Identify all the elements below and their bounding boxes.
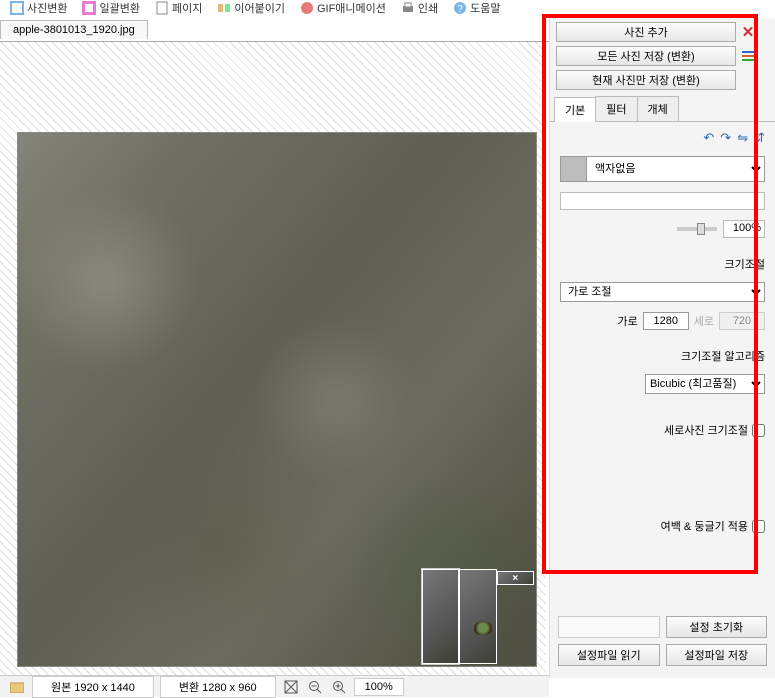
canvas-area: × bbox=[0, 42, 549, 678]
print-icon bbox=[401, 1, 415, 15]
concat-icon bbox=[217, 1, 231, 15]
frame-swatch bbox=[561, 157, 587, 181]
list-view-icon[interactable] bbox=[739, 47, 757, 65]
menu-label: 사진변환 bbox=[27, 0, 67, 16]
width-input[interactable] bbox=[643, 312, 689, 330]
resize-mode-dropdown[interactable]: 가로 조절 bbox=[560, 282, 765, 302]
frame-preview-bar bbox=[560, 192, 765, 210]
menu-gif[interactable]: GIF애니메이션 bbox=[300, 0, 386, 16]
thumbnail-close-icon[interactable]: × bbox=[497, 571, 534, 585]
panel-bottom-buttons: 설정 초기화 설정파일 읽기 설정파일 저장 bbox=[558, 616, 767, 666]
resize-section-label: 크기조절 bbox=[560, 256, 765, 272]
opacity-value[interactable]: 100% bbox=[723, 220, 765, 238]
menu-label: GIF애니메이션 bbox=[317, 0, 386, 16]
menu-label: 이어붙이기 bbox=[234, 0, 285, 16]
menu-label: 일괄변환 bbox=[99, 0, 139, 16]
read-settings-button[interactable]: 설정파일 읽기 bbox=[558, 644, 660, 666]
empty-slot bbox=[558, 616, 660, 638]
save-settings-button[interactable]: 설정파일 저장 bbox=[666, 644, 768, 666]
width-label: 가로 bbox=[618, 313, 638, 329]
panel-body-basic: ↶ ↷ ⇋ ⇵ 액자없음 100% 크기조절 가로 조절 가로 세로 크기조절 … bbox=[550, 122, 775, 542]
menu-label: 인쇄 bbox=[418, 0, 438, 16]
status-converted-size: 변환 1280 x 960 bbox=[160, 676, 276, 698]
reset-settings-button[interactable]: 설정 초기화 bbox=[666, 616, 768, 638]
frame-selector[interactable]: 액자없음 bbox=[560, 156, 765, 182]
file-tab[interactable]: apple-3801013_1920.jpg bbox=[0, 20, 148, 39]
menu-label: 도움말 bbox=[470, 0, 500, 16]
thumbnail-converted[interactable] bbox=[459, 569, 496, 664]
page-icon bbox=[155, 1, 169, 15]
portrait-resize-checkbox[interactable] bbox=[752, 424, 765, 437]
status-zoom-level: 100% bbox=[354, 678, 404, 696]
save-current-button[interactable]: 현재 사진만 저장 (변환) bbox=[556, 70, 736, 90]
gif-icon bbox=[300, 1, 314, 15]
fit-window-icon[interactable] bbox=[282, 679, 300, 695]
tab-basic[interactable]: 기본 bbox=[554, 97, 596, 122]
frame-dropdown[interactable]: 액자없음 bbox=[587, 157, 764, 181]
thumbnail-compare[interactable]: × bbox=[422, 569, 534, 664]
svg-text:?: ? bbox=[457, 4, 463, 15]
portrait-resize-label: 세로사진 크기조절 bbox=[664, 422, 748, 438]
status-bar: 원본 1920 x 1440 변환 1280 x 960 100% bbox=[0, 675, 549, 697]
menu-page[interactable]: 페이지 bbox=[155, 0, 202, 16]
undo-icon[interactable]: ↶ bbox=[703, 130, 714, 146]
menu-print[interactable]: 인쇄 bbox=[401, 0, 438, 16]
height-input bbox=[719, 312, 765, 330]
photo-icon bbox=[10, 1, 24, 15]
margin-rounding-label: 여백 & 둥글기 적용 bbox=[661, 518, 748, 534]
opacity-slider[interactable] bbox=[677, 227, 717, 231]
status-original-size: 원본 1920 x 1440 bbox=[32, 676, 154, 698]
thumbnail-original[interactable] bbox=[422, 569, 459, 664]
batch-icon bbox=[82, 1, 96, 15]
menu-label: 페이지 bbox=[172, 0, 202, 16]
image-canvas[interactable]: × bbox=[17, 132, 537, 667]
close-panel-icon[interactable]: ✕ bbox=[739, 23, 757, 41]
flip-horizontal-icon[interactable]: ⇋ bbox=[737, 130, 748, 146]
menu-photo-convert[interactable]: 사진변환 bbox=[10, 0, 67, 16]
open-folder-icon[interactable] bbox=[8, 679, 26, 695]
save-all-button[interactable]: 모든 사진 저장 (변환) bbox=[556, 46, 736, 66]
settings-panel: 사진 추가 ✕ 모든 사진 저장 (변환) 현재 사진만 저장 (변환) 기본 … bbox=[549, 18, 775, 678]
redo-icon[interactable]: ↷ bbox=[720, 130, 731, 146]
menu-batch-convert[interactable]: 일괄변환 bbox=[82, 0, 139, 16]
height-label: 세로 bbox=[694, 313, 714, 329]
zoom-in-icon[interactable] bbox=[330, 679, 348, 695]
flip-vertical-icon[interactable]: ⇵ bbox=[754, 130, 765, 146]
tab-object[interactable]: 개체 bbox=[637, 96, 679, 121]
tab-filter[interactable]: 필터 bbox=[595, 96, 637, 121]
algo-label: 크기조절 알고리즘 bbox=[560, 348, 765, 364]
slider-thumb[interactable] bbox=[697, 223, 705, 235]
panel-tabs: 기본 필터 개체 bbox=[550, 96, 775, 122]
menu-help[interactable]: ? 도움말 bbox=[453, 0, 500, 16]
menu-concat[interactable]: 이어붙이기 bbox=[217, 0, 285, 16]
main-menubar: 사진변환 일괄변환 페이지 이어붙이기 GIF애니메이션 인쇄 ? 도움말 bbox=[0, 0, 775, 18]
add-photo-button[interactable]: 사진 추가 bbox=[556, 22, 736, 42]
help-icon: ? bbox=[453, 1, 467, 15]
margin-rounding-checkbox[interactable] bbox=[752, 520, 765, 533]
resize-algorithm-dropdown[interactable]: Bicubic (최고품질) bbox=[645, 374, 765, 394]
zoom-out-icon[interactable] bbox=[306, 679, 324, 695]
